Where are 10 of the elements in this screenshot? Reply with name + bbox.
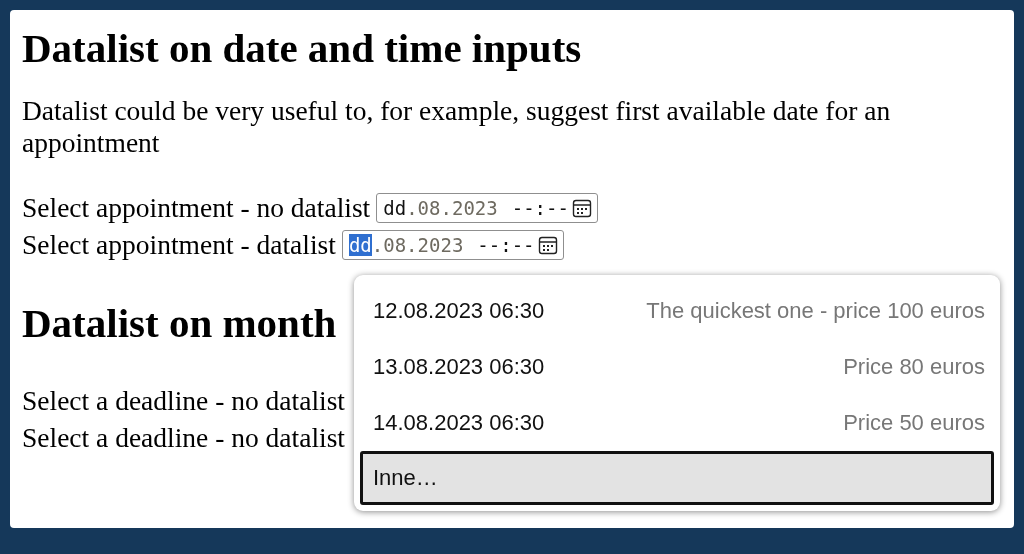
dropdown-option[interactable]: Inne…	[360, 451, 994, 505]
field-label: Select a deadline - no datalist	[22, 384, 345, 417]
datetime-input[interactable]: dd.08.2023 --:--	[341, 229, 564, 260]
field-label: Select appointment - datalist	[22, 228, 336, 261]
field-label: Select appointment - no datalist	[22, 191, 371, 224]
field-label: Select a deadline - no datalist	[22, 421, 345, 454]
description-text: Datalist could be very useful to, for example, suggest first available date for an appointment	[22, 95, 892, 160]
section-heading: Datalist on date and time inputs	[22, 24, 582, 73]
datetime-input[interactable]: dd.08.2023 --:--	[376, 192, 598, 223]
section-heading: Datalist on month	[22, 299, 337, 349]
